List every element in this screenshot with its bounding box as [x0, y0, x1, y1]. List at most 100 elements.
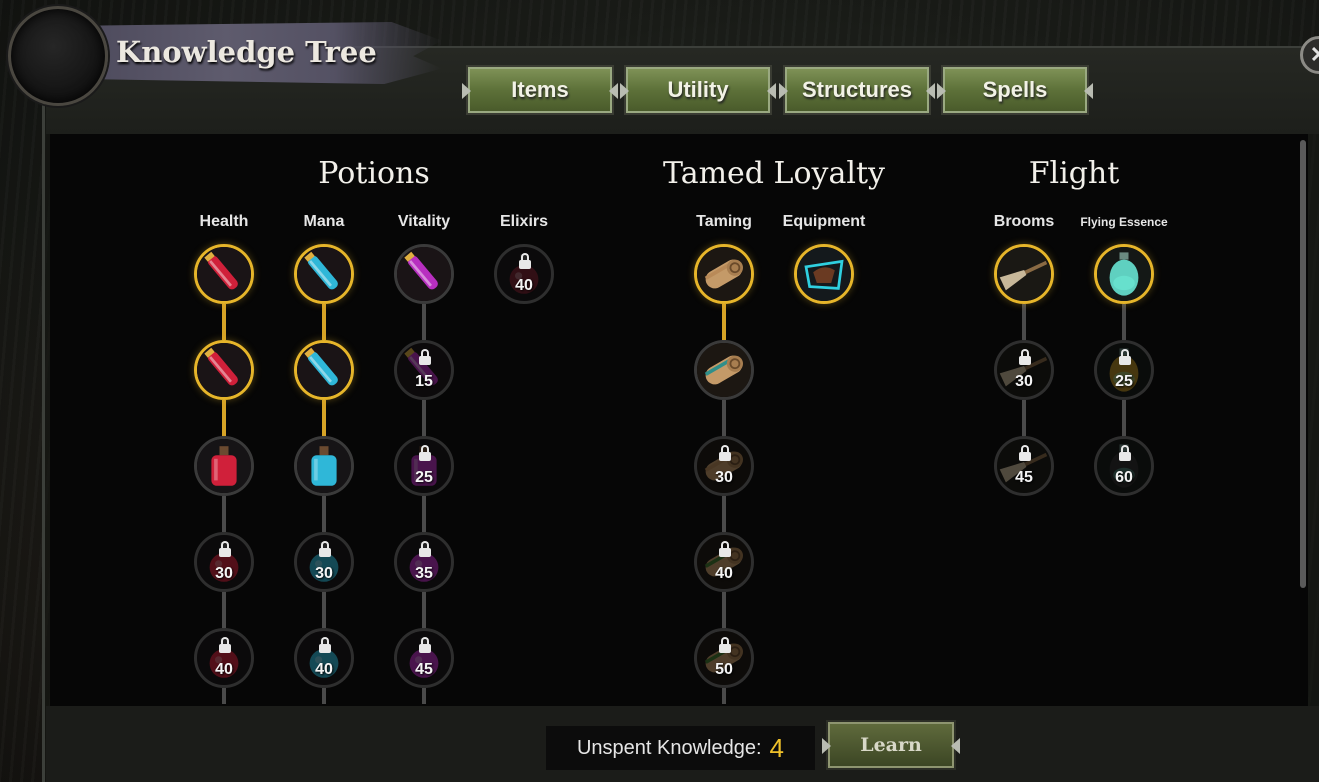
connector [1022, 304, 1026, 340]
skill-node[interactable]: 30 [294, 532, 354, 592]
lock-icon [1119, 349, 1131, 365]
lock-icon [219, 541, 231, 557]
skill-node[interactable]: 40 [494, 244, 554, 304]
skill-node[interactable] [394, 244, 454, 304]
mana-potion-vial-icon [297, 343, 351, 397]
skill-node[interactable] [294, 244, 354, 304]
level-requirement: 40 [715, 565, 733, 582]
skill-node[interactable]: 45 [994, 436, 1054, 496]
column-label: Brooms [993, 213, 1055, 230]
level-requirement: 30 [715, 469, 733, 486]
title-emblem [8, 6, 108, 106]
scrollbar[interactable] [1300, 140, 1306, 588]
skill-node[interactable] [794, 244, 854, 304]
broom-icon [997, 247, 1051, 301]
vitality-potion-large-icon [397, 247, 451, 301]
skill-node[interactable] [294, 340, 354, 400]
connector [1022, 400, 1026, 436]
skill-node[interactable] [994, 244, 1054, 304]
skill-node[interactable] [694, 340, 754, 400]
skill-node[interactable]: 50 [694, 628, 754, 688]
connector [722, 304, 726, 340]
category-title-0: Potions [318, 156, 430, 191]
level-requirement: 60 [1115, 469, 1133, 486]
level-requirement: 50 [715, 661, 733, 678]
column-label: Health [199, 213, 249, 230]
skill-node[interactable] [294, 436, 354, 496]
connector [222, 688, 226, 704]
connector [422, 592, 426, 628]
level-requirement: 40 [515, 277, 533, 294]
level-requirement: 30 [215, 565, 233, 582]
lock-icon [419, 349, 431, 365]
column-label: Flying Essence [1080, 215, 1168, 229]
window-title: Knowledge Tree [116, 35, 377, 69]
skill-node[interactable]: 40 [294, 628, 354, 688]
skill-node[interactable] [194, 244, 254, 304]
skill-node[interactable] [194, 340, 254, 400]
close-icon: ✕ [1310, 42, 1319, 68]
connector [322, 400, 326, 436]
lock-icon [419, 445, 431, 461]
connector [422, 400, 426, 436]
skill-node[interactable]: 45 [394, 628, 454, 688]
skill-node[interactable]: 60 [1094, 436, 1154, 496]
skill-node[interactable]: 35 [394, 532, 454, 592]
level-requirement: 25 [415, 469, 433, 486]
level-requirement: 45 [415, 661, 433, 678]
mana-potion-bottle-icon [297, 439, 351, 493]
unspent-knowledge-label: Unspent Knowledge: [576, 736, 762, 759]
skill-node[interactable]: 30 [694, 436, 754, 496]
lock-icon [319, 637, 331, 653]
connector [222, 496, 226, 532]
skill-node[interactable]: 25 [394, 436, 454, 496]
connector [222, 400, 226, 436]
tab-spells[interactable]: Spells [937, 65, 1093, 115]
column-label: Taming [696, 213, 752, 230]
lock-icon [519, 253, 531, 269]
connector [722, 592, 726, 628]
taming-scroll-icon [697, 247, 751, 301]
skill-node[interactable]: 40 [694, 532, 754, 592]
connector [222, 592, 226, 628]
lock-icon [419, 541, 431, 557]
lock-icon [1019, 349, 1031, 365]
lock-icon [1119, 445, 1131, 461]
connector [422, 688, 426, 704]
connector [322, 304, 326, 340]
skill-node[interactable] [694, 244, 754, 304]
column-label: Equipment [782, 213, 866, 230]
level-requirement: 40 [315, 661, 333, 678]
flying-essence-jar-icon [1097, 247, 1151, 301]
connector [1122, 400, 1126, 436]
connector [722, 688, 726, 704]
skill-node[interactable] [1094, 244, 1154, 304]
lock-icon [719, 541, 731, 557]
unspent-knowledge-value: 4 [769, 732, 785, 763]
saddle-icon [797, 247, 851, 301]
tab-structures[interactable]: Structures [779, 65, 935, 115]
skill-node[interactable]: 30 [994, 340, 1054, 400]
lock-icon [219, 637, 231, 653]
column-label: Elixirs [499, 213, 549, 230]
tab-items[interactable]: Items [462, 65, 618, 115]
tab-utility[interactable]: Utility [620, 65, 776, 115]
lock-icon [419, 637, 431, 653]
learn-button[interactable]: Learn [822, 720, 960, 770]
skill-node[interactable]: 30 [194, 532, 254, 592]
skill-node[interactable]: 15 [394, 340, 454, 400]
health-potion-vial-icon [197, 343, 251, 397]
skill-node[interactable]: 25 [1094, 340, 1154, 400]
connector [422, 304, 426, 340]
lock-icon [719, 445, 731, 461]
health-potion-large-icon [197, 247, 251, 301]
level-requirement: 15 [415, 373, 433, 390]
lock-icon [1019, 445, 1031, 461]
skill-node[interactable] [194, 436, 254, 496]
skill-node[interactable]: 40 [194, 628, 254, 688]
level-requirement: 30 [315, 565, 333, 582]
column-label: Vitality [397, 213, 451, 230]
health-potion-bottle-icon [197, 439, 251, 493]
level-requirement: 35 [415, 565, 433, 582]
connector [322, 688, 326, 704]
